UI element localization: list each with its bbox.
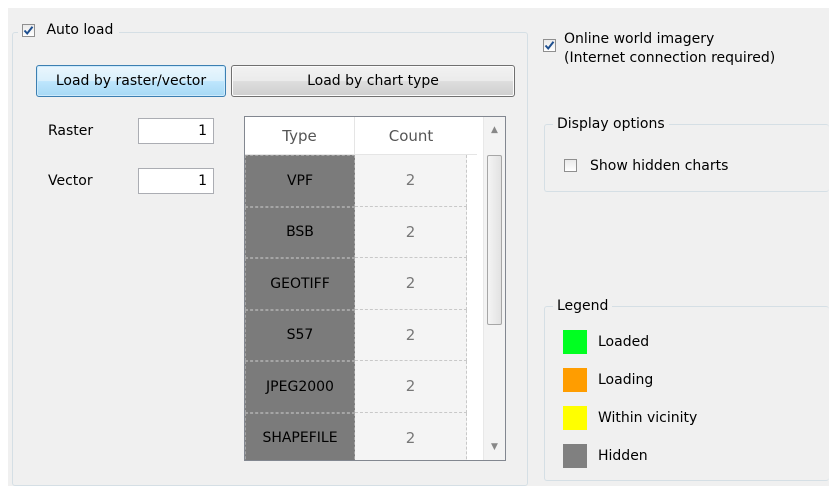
scroll-down-arrow-icon[interactable]: ▼	[484, 438, 505, 456]
checkmark-icon	[23, 26, 34, 36]
raster-input[interactable]: 1	[138, 118, 214, 144]
cell-type: JPEG2000	[245, 361, 355, 413]
cell-type: GEOTIFF	[245, 258, 355, 310]
auto-load-label: Auto load	[46, 22, 114, 38]
cell-count: 2	[355, 309, 467, 361]
settings-panel: Auto load Load by raster/vector Load by …	[8, 8, 829, 486]
cell-count: 2	[355, 361, 467, 413]
online-imagery-checkbox[interactable]	[543, 39, 556, 52]
cell-count: 2	[355, 155, 467, 207]
table-row[interactable]: SHAPEFILE 2	[245, 412, 477, 460]
legend-title: Legend	[553, 297, 613, 315]
vector-input[interactable]: 1	[138, 168, 214, 194]
cell-type: S57	[245, 309, 355, 361]
table-rows: VPF 2 BSB 2 GEOTIFF 2 S57 2 JPEG2000 2 S…	[245, 155, 477, 460]
column-header-type[interactable]: Type	[245, 117, 355, 154]
table-row[interactable]: BSB 2	[245, 206, 477, 258]
within-vicinity-swatch	[563, 406, 587, 430]
table-row[interactable]: JPEG2000 2	[245, 361, 477, 413]
checkmark-icon	[544, 41, 555, 51]
cell-count: 2	[355, 206, 467, 258]
cell-type: BSB	[245, 206, 355, 258]
show-hidden-charts-label: Show hidden charts	[590, 158, 729, 174]
loading-swatch	[563, 368, 587, 392]
online-imagery-note: (Internet connection required)	[564, 50, 776, 66]
table-row[interactable]: VPF 2	[245, 155, 477, 207]
table-row[interactable]: S57 2	[245, 309, 477, 361]
vector-label: Vector	[48, 173, 93, 189]
legend-label-loading: Loading	[598, 372, 654, 388]
chart-type-table[interactable]: Type Count VPF 2 BSB 2 GEOTIFF 2 S57 2 J…	[244, 116, 506, 461]
column-header-count[interactable]: Count	[355, 117, 467, 154]
table-header: Type Count	[245, 117, 477, 155]
legend-label-within-vicinity: Within vicinity	[598, 410, 698, 426]
cell-type: VPF	[245, 155, 355, 207]
vertical-scrollbar[interactable]: ▲ ▼	[483, 117, 505, 460]
cell-count: 2	[355, 412, 467, 460]
online-imagery-label: Online world imagery	[564, 31, 715, 47]
cell-type: SHAPEFILE	[245, 412, 355, 460]
display-options-title: Display options	[553, 115, 669, 133]
hidden-swatch	[563, 444, 587, 468]
raster-label: Raster	[48, 123, 94, 139]
loaded-swatch	[563, 330, 587, 354]
auto-load-checkbox[interactable]	[22, 24, 35, 37]
load-by-raster-vector-button[interactable]: Load by raster/vector	[36, 65, 226, 97]
show-hidden-charts-checkbox[interactable]	[564, 159, 577, 172]
legend-label-hidden: Hidden	[598, 448, 648, 464]
legend-label-loaded: Loaded	[598, 334, 650, 350]
load-by-chart-type-button[interactable]: Load by chart type	[231, 65, 515, 97]
cell-count: 2	[355, 258, 467, 310]
scroll-thumb[interactable]	[487, 155, 502, 325]
scroll-up-arrow-icon[interactable]: ▲	[484, 121, 505, 139]
table-row[interactable]: GEOTIFF 2	[245, 258, 477, 310]
